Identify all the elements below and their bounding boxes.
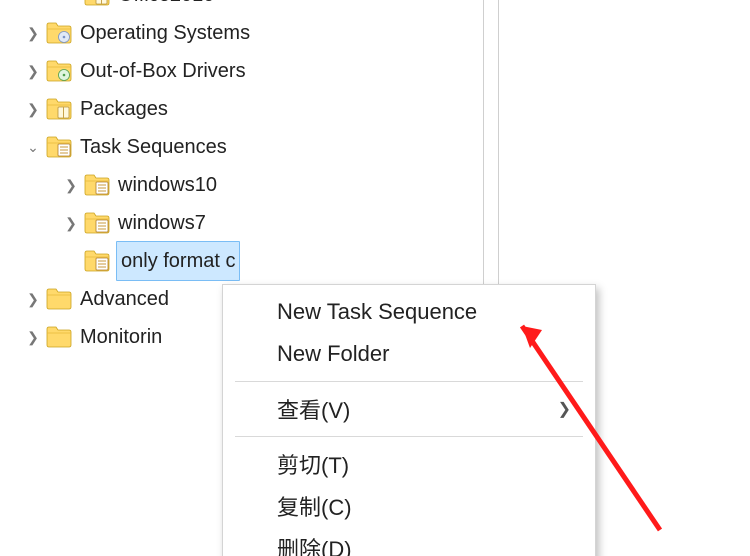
- tree-item[interactable]: ❯ windows10: [0, 166, 500, 204]
- drv-icon: [46, 58, 72, 84]
- expand-icon: •: [62, 242, 80, 280]
- tree-item-label: Task Sequences: [78, 128, 227, 166]
- tree-item-label: only format c: [116, 241, 240, 281]
- tree-item[interactable]: • Office2010: [0, 0, 500, 14]
- tree-item-label: Office2010: [116, 0, 214, 14]
- menu-item-label: New Task Sequence: [277, 299, 477, 325]
- menu-item-label: 剪切(T): [277, 448, 349, 480]
- menu-item[interactable]: 复制(C): [223, 485, 595, 527]
- tree-item[interactable]: ❯ Out-of-Box Drivers: [0, 52, 500, 90]
- expand-icon: •: [62, 0, 80, 14]
- menu-separator: [235, 381, 583, 382]
- menu-item-label: New Folder: [277, 341, 389, 367]
- menu-item[interactable]: 查看(V) ❯: [223, 388, 595, 430]
- expand-icon[interactable]: ❯: [24, 318, 42, 356]
- tree-item-label: Monitorin: [78, 318, 162, 356]
- tree-item-label: Operating Systems: [78, 14, 250, 52]
- tree-item[interactable]: ⌄ Task Sequences: [0, 128, 500, 166]
- expand-icon[interactable]: ❯: [24, 52, 42, 90]
- ts-icon: [46, 134, 72, 160]
- expand-icon[interactable]: ❯: [62, 166, 80, 204]
- ts-icon: [84, 248, 110, 274]
- tree-item[interactable]: ❯ windows7: [0, 204, 500, 242]
- expand-icon[interactable]: ❯: [62, 204, 80, 242]
- menu-item-label: 删除(D): [277, 532, 352, 556]
- folder-icon: [46, 286, 72, 312]
- submenu-arrow-icon: ❯: [558, 399, 571, 419]
- ts-icon: [84, 172, 110, 198]
- menu-separator: [235, 436, 583, 437]
- expand-icon[interactable]: ❯: [24, 280, 42, 318]
- tree-item[interactable]: ❯ Packages: [0, 90, 500, 128]
- collapse-icon[interactable]: ⌄: [24, 128, 42, 166]
- expand-icon[interactable]: ❯: [24, 14, 42, 52]
- tree-item-label: Packages: [78, 90, 168, 128]
- tree-item[interactable]: • only format c: [0, 242, 500, 280]
- os-icon: [46, 20, 72, 46]
- expand-icon[interactable]: ❯: [24, 90, 42, 128]
- menu-item[interactable]: 删除(D): [223, 527, 595, 556]
- tree-item-label: Out-of-Box Drivers: [78, 52, 246, 90]
- ts-icon: [84, 210, 110, 236]
- folder-icon: [46, 324, 72, 350]
- menu-item[interactable]: New Task Sequence: [223, 291, 595, 333]
- pkg-icon: [84, 0, 110, 8]
- tree-item-label: windows7: [116, 204, 206, 242]
- pkg-icon: [46, 96, 72, 122]
- menu-item[interactable]: 剪切(T): [223, 443, 595, 485]
- tree-item-label: windows10: [116, 166, 217, 204]
- menu-item-label: 复制(C): [277, 490, 352, 522]
- tree-item[interactable]: ❯ Operating Systems: [0, 14, 500, 52]
- menu-item-label: 查看(V): [277, 393, 350, 425]
- context-menu: New Task Sequence New Folder 查看(V) ❯ 剪切(T) 复制…: [222, 284, 596, 556]
- tree-item-label: Advanced: [78, 280, 169, 318]
- menu-item[interactable]: New Folder: [223, 333, 595, 375]
